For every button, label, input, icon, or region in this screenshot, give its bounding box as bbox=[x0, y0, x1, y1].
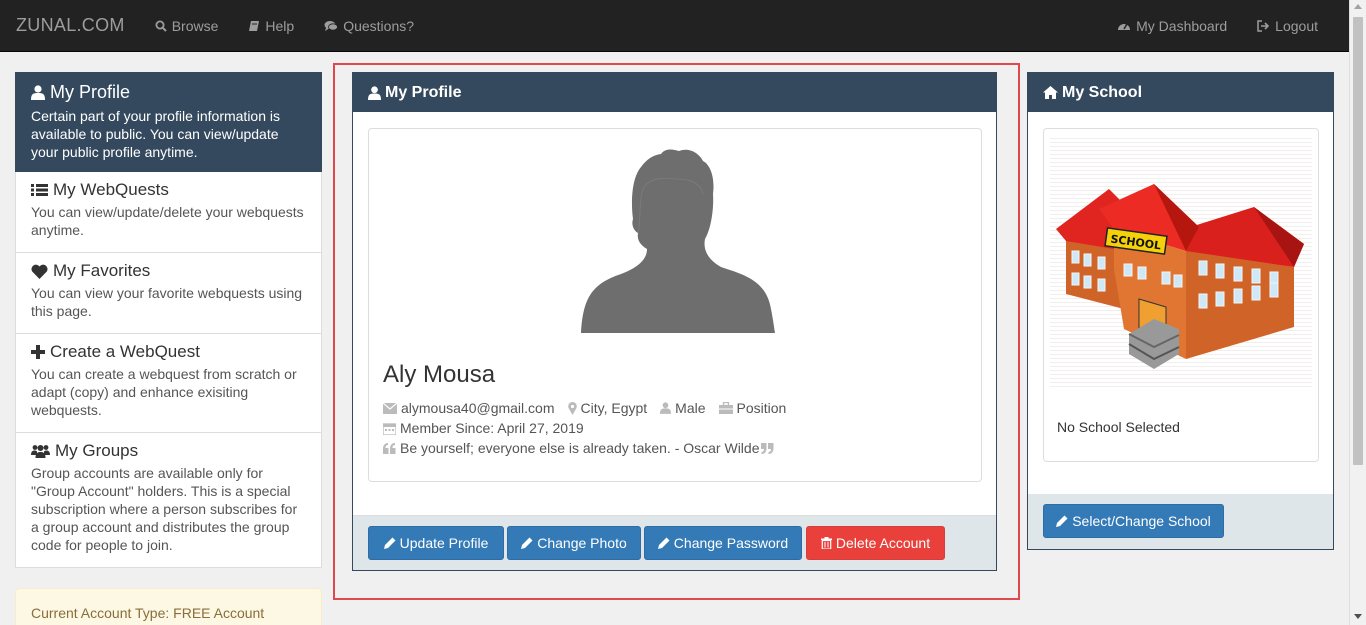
comments-icon bbox=[324, 20, 339, 31]
sidebar-item-my-profile[interactable]: My Profile Certain part of your profile … bbox=[15, 72, 322, 172]
profile-location: City, Egypt bbox=[567, 400, 648, 416]
quote-text: Be yourself; everyone else is already ta… bbox=[400, 440, 760, 456]
sidebar-item-description: You can view your favorite webquests usi… bbox=[31, 285, 303, 319]
nav-logout-label: Logout bbox=[1275, 18, 1318, 34]
profile-photo[interactable] bbox=[581, 149, 775, 333]
sidebar-item-description: Certain part of your profile information… bbox=[31, 108, 280, 160]
sidebar-item-label: My Profile bbox=[50, 82, 131, 102]
change-photo-button[interactable]: Change Photo bbox=[507, 526, 641, 560]
page-scrollbar[interactable] bbox=[1349, 0, 1366, 625]
nav-help-label: Help bbox=[265, 17, 295, 34]
nav-browse-label: Browse bbox=[171, 17, 219, 34]
update-profile-button[interactable]: Update Profile bbox=[368, 526, 504, 560]
nav-questions-label: Questions? bbox=[343, 17, 415, 34]
profile-position: Position bbox=[718, 400, 787, 416]
profile-name: Aly Mousa bbox=[383, 361, 496, 388]
delete-account-label: Delete Account bbox=[835, 535, 931, 551]
logout-icon bbox=[1257, 20, 1270, 32]
scrollbar-thumb[interactable] bbox=[1353, 17, 1363, 465]
panel-title: My School bbox=[1062, 83, 1143, 101]
profile-quote: Be yourself; everyone else is already ta… bbox=[383, 440, 778, 456]
brand-logo[interactable]: ZUNAL.COM bbox=[16, 15, 125, 36]
sidebar-item-label: Create a WebQuest bbox=[50, 342, 200, 361]
plus-icon bbox=[31, 345, 45, 359]
pencil-icon bbox=[383, 537, 396, 549]
list-icon bbox=[31, 184, 48, 196]
pencil-icon bbox=[657, 537, 670, 549]
profile-panel: My Profile Aly Mousa alymousa40@gmail.co… bbox=[352, 72, 997, 571]
scroll-up-arrow[interactable] bbox=[1354, 4, 1362, 9]
profile-panel-footer: Update Profile Change Photo Change Passw… bbox=[353, 515, 996, 570]
book-icon bbox=[249, 20, 260, 31]
nav-dashboard-label: My Dashboard bbox=[1136, 18, 1228, 34]
school-building-image: SCHOOL bbox=[1056, 184, 1304, 369]
member-since-text: Member Since: April 27, 2019 bbox=[400, 420, 584, 436]
account-type-alert: Current Account Type: FREE Account bbox=[15, 588, 322, 625]
update-profile-label: Update Profile bbox=[399, 535, 489, 551]
profile-position-text: Position bbox=[736, 400, 787, 416]
sidebar-item-description: Group accounts are available only for "G… bbox=[31, 465, 298, 553]
sidebar-item-label: My Favorites bbox=[53, 261, 151, 280]
profile-gender: Male bbox=[660, 400, 706, 416]
profile-email-text: alymousa40@gmail.com bbox=[401, 400, 555, 416]
nav-right-group: My Dashboard Logout bbox=[1087, 0, 1318, 52]
select-school-button[interactable]: Select/Change School bbox=[1043, 504, 1224, 538]
home-icon bbox=[1043, 86, 1058, 99]
change-password-label: Change Password bbox=[673, 535, 789, 551]
school-panel-footer: Select/Change School bbox=[1028, 494, 1333, 549]
school-panel: My School SCHOOL No School Selected Sele… bbox=[1027, 72, 1334, 550]
sidebar-item-description: You can create a webquest from scratch o… bbox=[31, 366, 297, 418]
sidebar-item-label: My Groups bbox=[55, 441, 139, 460]
envelope-icon bbox=[383, 402, 397, 414]
profile-member-since: Member Since: April 27, 2019 bbox=[383, 420, 584, 436]
school-caption: No School Selected bbox=[1057, 419, 1180, 435]
user-icon bbox=[660, 402, 672, 414]
search-icon bbox=[155, 20, 167, 32]
profile-location-text: City, Egypt bbox=[580, 400, 648, 416]
map-marker-icon bbox=[567, 401, 577, 415]
dashboard-icon bbox=[1118, 23, 1131, 30]
change-photo-label: Change Photo bbox=[537, 535, 627, 551]
sidebar: My Profile Certain part of your profile … bbox=[15, 72, 322, 568]
users-icon bbox=[31, 445, 50, 458]
panel-title: My Profile bbox=[385, 83, 462, 101]
pencil-icon bbox=[521, 537, 533, 549]
profile-panel-header: My Profile bbox=[353, 73, 996, 112]
user-icon bbox=[368, 85, 381, 100]
quote-right-icon bbox=[760, 442, 773, 454]
profile-email: alymousa40@gmail.com bbox=[383, 400, 555, 416]
nav-help[interactable]: Help bbox=[248, 18, 294, 34]
change-password-button[interactable]: Change Password bbox=[644, 526, 802, 560]
profile-gender-text: Male bbox=[675, 400, 706, 416]
nav-logout[interactable]: Logout bbox=[1257, 18, 1318, 34]
sidebar-item-my-favorites[interactable]: My Favorites You can view your favorite … bbox=[15, 253, 322, 334]
heart-icon bbox=[31, 264, 48, 279]
calendar-icon bbox=[383, 422, 396, 435]
school-card: SCHOOL No School Selected bbox=[1043, 128, 1319, 462]
quote-left-icon bbox=[383, 442, 396, 454]
school-panel-header: My School bbox=[1028, 73, 1333, 112]
nav-questions[interactable]: Questions? bbox=[324, 18, 414, 34]
profile-meta-row: alymousa40@gmail.com City, Egypt Male Po… bbox=[383, 400, 799, 416]
delete-account-button[interactable]: Delete Account bbox=[806, 526, 945, 560]
sidebar-item-my-groups[interactable]: My Groups Group accounts are available o… bbox=[15, 433, 322, 568]
sidebar-item-create-webquest[interactable]: Create a WebQuest You can create a webqu… bbox=[15, 334, 322, 433]
trash-icon bbox=[820, 537, 832, 549]
scroll-down-arrow[interactable] bbox=[1354, 614, 1362, 619]
nav-browse[interactable]: Browse bbox=[155, 17, 219, 34]
top-navbar: ZUNAL.COM Browse Help Questions? My Dash… bbox=[0, 0, 1366, 52]
pencil-icon bbox=[1056, 515, 1068, 527]
nav-dashboard[interactable]: My Dashboard bbox=[1117, 18, 1227, 34]
briefcase-icon bbox=[718, 402, 733, 414]
select-school-label: Select/Change School bbox=[1072, 513, 1211, 529]
profile-card: Aly Mousa alymousa40@gmail.com City, Egy… bbox=[368, 128, 982, 482]
sidebar-item-my-webquests[interactable]: My WebQuests You can view/update/delete … bbox=[15, 172, 322, 253]
sidebar-item-label: My WebQuests bbox=[53, 180, 169, 199]
user-icon bbox=[31, 85, 45, 100]
sidebar-item-description: You can view/update/delete your webquest… bbox=[31, 204, 304, 238]
